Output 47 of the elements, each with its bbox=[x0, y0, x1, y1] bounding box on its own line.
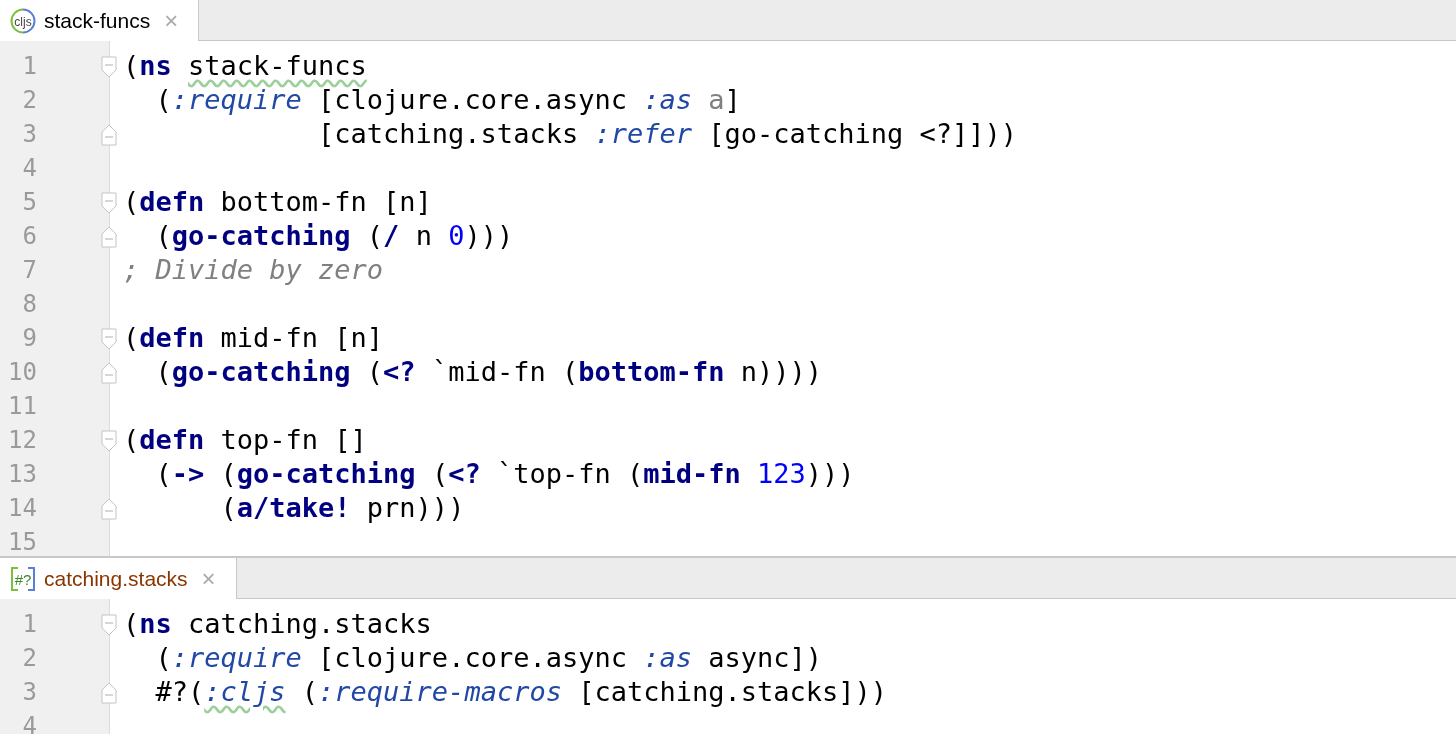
code-line: (defn mid-fn [n] bbox=[122, 321, 384, 355]
code-line: (:require [clojure.core.async :as a] bbox=[154, 83, 741, 117]
code-line: (ns stack-funcs bbox=[122, 49, 367, 83]
code-line: (go-catching (/ n 0))) bbox=[154, 219, 514, 253]
line-number: 5 bbox=[21, 187, 37, 218]
line-number: 15 bbox=[7, 527, 37, 556]
code-line: ; Divide by zero bbox=[122, 253, 384, 287]
line-number: 2 bbox=[21, 643, 37, 674]
line-number: 3 bbox=[21, 677, 37, 708]
line-number: 8 bbox=[21, 289, 37, 320]
line-number: 7 bbox=[21, 255, 37, 286]
fold-marker-icon[interactable] bbox=[101, 124, 117, 146]
line-number: 12 bbox=[7, 425, 37, 456]
code-line: (a/take! prn))) bbox=[219, 491, 465, 525]
line-number: 9 bbox=[21, 323, 37, 354]
editor-tab[interactable]: #? catching.stacks × bbox=[0, 558, 237, 599]
line-number: 10 bbox=[7, 357, 37, 388]
line-number: 4 bbox=[21, 711, 37, 734]
code-line: (defn top-fn [] bbox=[122, 423, 367, 457]
line-number: 6 bbox=[21, 221, 37, 252]
line-number: 14 bbox=[7, 493, 37, 524]
code-line: (:require [clojure.core.async :as async]) bbox=[154, 641, 823, 675]
line-number: 3 bbox=[21, 119, 37, 150]
fold-marker-icon[interactable] bbox=[101, 56, 117, 78]
code-line: #?(:cljs (:require-macros [catching.stacks])) bbox=[154, 675, 888, 709]
fold-marker-icon[interactable] bbox=[101, 614, 117, 636]
fold-marker-icon[interactable] bbox=[101, 430, 117, 452]
code-line: (go-catching (<? `mid-fn (bottom-fn n)))) bbox=[154, 355, 823, 389]
line-number: 1 bbox=[21, 51, 37, 82]
tab-label: stack-funcs bbox=[44, 8, 151, 33]
fold-marker-icon[interactable] bbox=[101, 192, 117, 214]
fold-marker-icon[interactable] bbox=[101, 226, 117, 248]
code-line: (ns catching.stacks bbox=[122, 607, 432, 641]
code-line: [catching.stacks :refer [go-catching <?]])) bbox=[317, 117, 1018, 151]
line-number: 13 bbox=[7, 459, 37, 490]
line-number: 1 bbox=[21, 609, 37, 640]
fold-marker-icon[interactable] bbox=[101, 498, 117, 520]
line-number: 4 bbox=[21, 153, 37, 184]
editor-tab[interactable]: cljs stack-funcs × bbox=[0, 0, 200, 41]
fold-marker-icon[interactable] bbox=[101, 362, 117, 384]
line-number: 2 bbox=[21, 85, 37, 116]
fold-marker-icon[interactable] bbox=[101, 328, 117, 350]
tab-label: catching.stacks bbox=[44, 566, 188, 591]
code-line: (defn bottom-fn [n] bbox=[122, 185, 432, 219]
fold-marker-icon[interactable] bbox=[101, 682, 117, 704]
code-line: (-> (go-catching (<? `top-fn (mid-fn 123))) bbox=[154, 457, 855, 491]
line-number: 11 bbox=[7, 391, 37, 422]
